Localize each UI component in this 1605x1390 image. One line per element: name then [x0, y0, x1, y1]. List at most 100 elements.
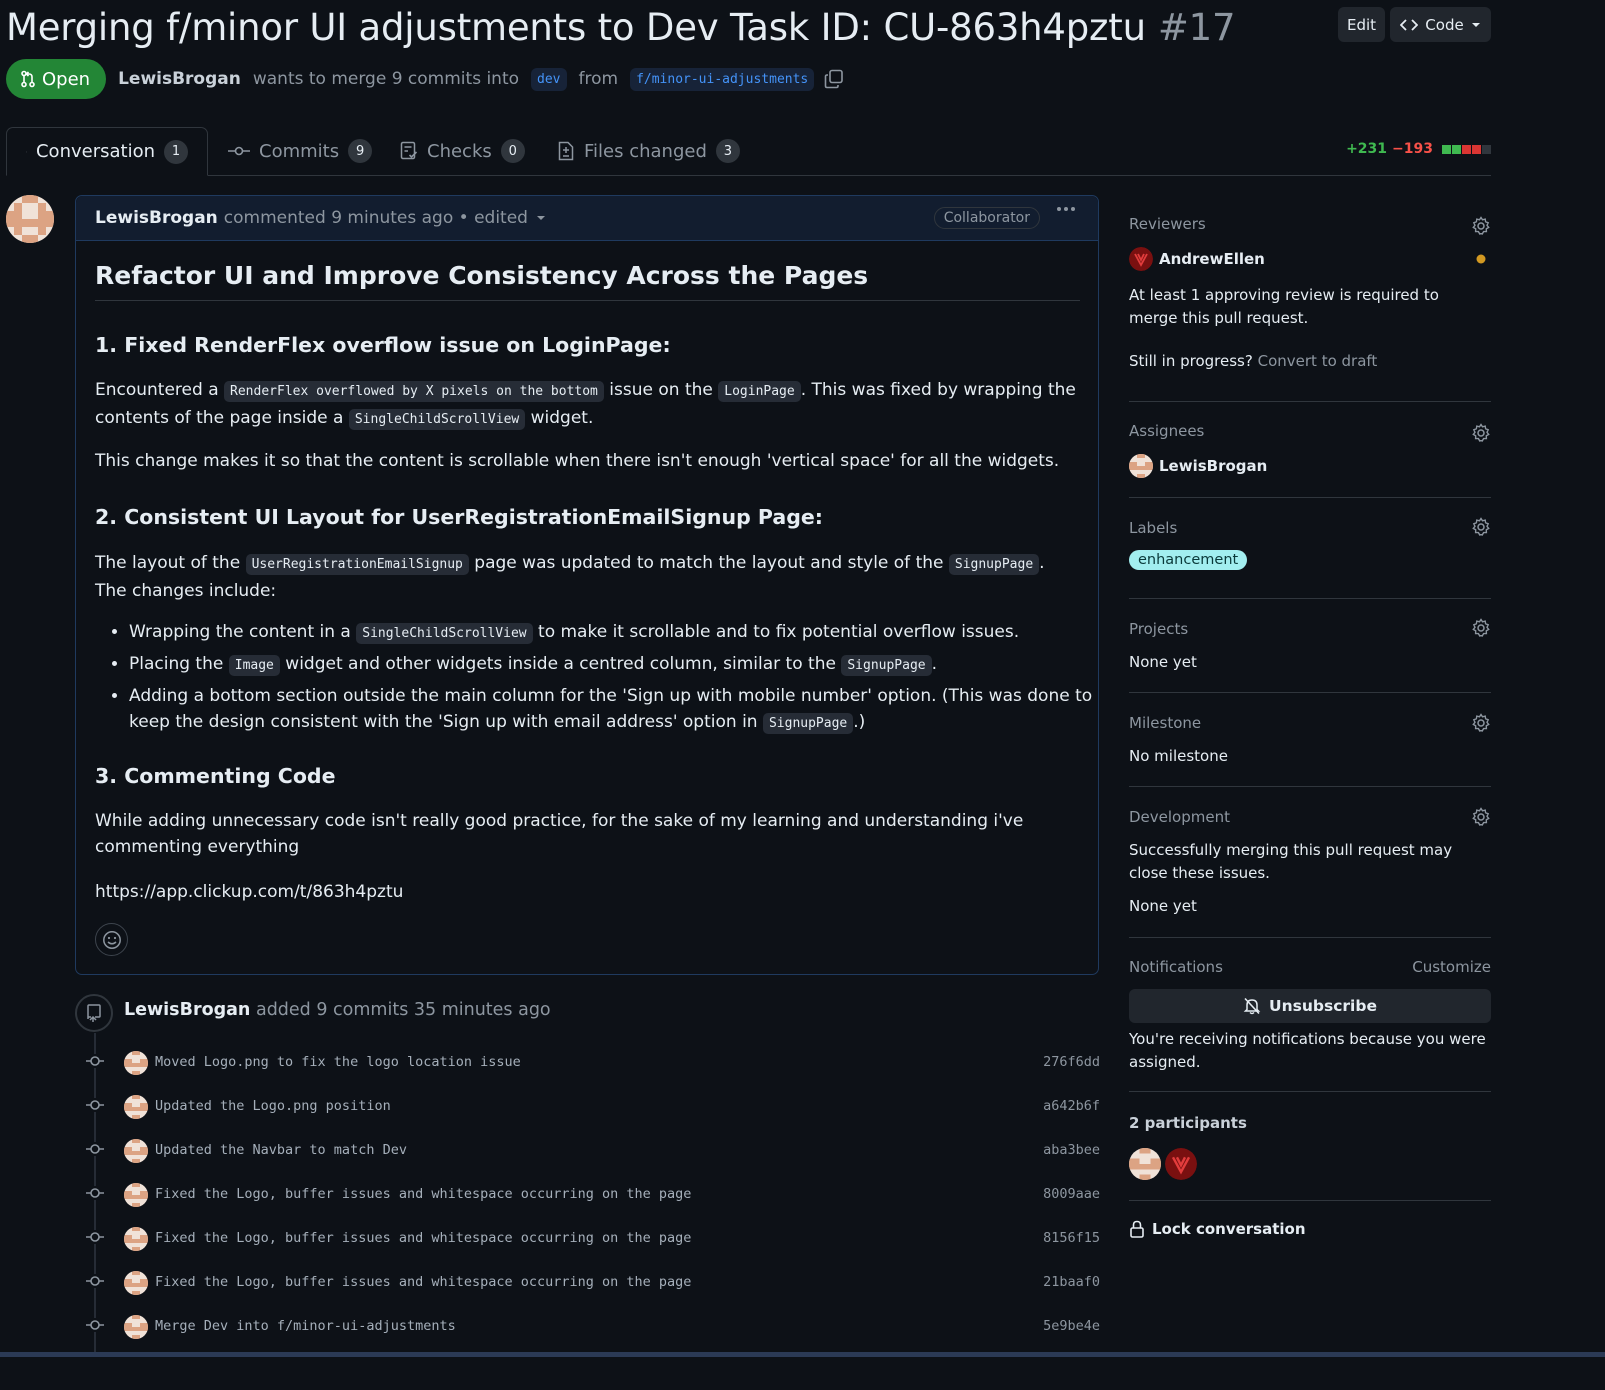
chevron-down-icon[interactable] [536, 215, 546, 221]
gear-icon[interactable] [1471, 517, 1491, 537]
section-2-title: 2. Consistent UI Layout for UserRegistra… [95, 505, 823, 529]
commit-sha[interactable]: 21baaf0 [1043, 1274, 1100, 1290]
from-text: from [578, 69, 619, 89]
commit-message[interactable]: Merge Dev into f/minor-ui-adjustments [155, 1318, 456, 1334]
pr-title: Merging f/minor UI adjustments to Dev Ta… [6, 5, 1236, 49]
push-event: LewisBrogan added 9 commits 35 minutes a… [124, 1000, 551, 1020]
avatar[interactable] [6, 195, 54, 243]
commit-message[interactable]: Fixed the Logo, buffer issues and whites… [155, 1186, 691, 1202]
pr-title-row: Merging f/minor UI adjustments to Dev Ta… [6, 2, 1236, 52]
milestone-value: No milestone [1129, 747, 1228, 765]
avatar[interactable] [124, 1315, 148, 1339]
gear-icon[interactable] [1471, 423, 1491, 443]
comment-discussion-icon [26, 151, 27, 152]
list-item: Adding a bottom section outside the main… [129, 683, 1114, 737]
add-reaction-button[interactable] [95, 923, 128, 956]
avatar[interactable] [124, 1227, 148, 1251]
pull-request-icon [21, 70, 35, 88]
avatar[interactable] [124, 1139, 148, 1163]
avatar[interactable] [124, 1271, 148, 1295]
code-button[interactable]: Code [1390, 7, 1491, 42]
commit-message[interactable]: Fixed the Logo, buffer issues and whites… [155, 1274, 691, 1290]
tab-commits[interactable]: Commits 9 [228, 127, 373, 175]
divider [1129, 692, 1491, 693]
customize-link[interactable]: Customize [1412, 958, 1491, 976]
assignee-lewisbrogan[interactable]: LewisBrogan [1129, 454, 1267, 478]
avatar[interactable] [124, 1183, 148, 1207]
diffstat-deletions: −193 [1392, 141, 1433, 157]
sidebar-development: Development [1129, 807, 1491, 828]
sidebar-assignees: Assignees [1129, 422, 1491, 442]
commit-icon [84, 1054, 106, 1068]
tab-files-changed[interactable]: Files changed 3 [557, 127, 740, 175]
divider [1129, 937, 1491, 938]
tab-checks[interactable]: Checks 0 [400, 127, 525, 175]
development-title: Development [1129, 808, 1230, 826]
heading-divider [95, 300, 1080, 301]
convert-to-draft-link[interactable]: Convert to draft [1258, 352, 1378, 370]
commit-sha[interactable]: a642b6f [1043, 1098, 1100, 1114]
merge-text: wants to merge 9 commits into [252, 69, 520, 89]
commit-icon [84, 1318, 106, 1332]
pr-tabs: Conversation 1 Commits 9 Checks 0 Files … [6, 127, 1491, 176]
avatar [1129, 247, 1153, 271]
commit-icon [84, 1098, 106, 1112]
lock-conversation-button[interactable]: Lock conversation [1129, 1220, 1306, 1238]
reviewer-name: AndrewEllen [1159, 250, 1265, 268]
section-3-title: 3. Commenting Code [95, 764, 336, 788]
diffstat-block [1482, 144, 1491, 154]
base-branch[interactable]: dev [531, 67, 567, 91]
avatar[interactable] [124, 1095, 148, 1119]
participants-avatars [1129, 1148, 1197, 1180]
divider [1129, 1091, 1491, 1092]
commit-sha[interactable]: aba3bee [1043, 1142, 1100, 1158]
sidebar-reviewers: Reviewers [1129, 215, 1491, 235]
kebab-menu-icon[interactable] [1056, 206, 1076, 212]
assignees-title: Assignees [1129, 422, 1205, 440]
commit-message[interactable]: Updated the Logo.png position [155, 1098, 391, 1114]
tab-conversation[interactable]: Conversation 1 [6, 127, 208, 176]
pr-author-link[interactable]: LewisBrogan [118, 69, 241, 89]
unsubscribe-button[interactable]: Unsubscribe [1129, 989, 1491, 1023]
file-diff-icon [558, 141, 574, 161]
comment-author[interactable]: LewisBrogan [95, 208, 218, 228]
edit-button[interactable]: Edit [1338, 7, 1385, 42]
diffstat-block [1462, 144, 1471, 154]
list-item: Placing the Image widget and other widge… [129, 651, 1114, 679]
section-3-paragraph: While adding unnecessary code isn't real… [95, 811, 1024, 857]
tab-commits-label: Commits [259, 140, 340, 162]
milestone-title: Milestone [1129, 714, 1202, 732]
label-enhancement[interactable]: enhancement [1129, 550, 1248, 570]
push-event-text: added 9 commits 35 minutes ago [255, 1000, 551, 1020]
head-branch[interactable]: f/minor-ui-adjustments [630, 67, 815, 91]
diffstat-block [1472, 144, 1481, 154]
comment-meta[interactable]: commented 9 minutes ago • edited [224, 208, 528, 228]
commit-sha[interactable]: 5e9be4e [1043, 1318, 1100, 1334]
sidebar-projects: Projects [1129, 618, 1491, 640]
commit-message[interactable]: Moved Logo.png to fix the logo location … [155, 1054, 521, 1070]
reviewer-andrewellen[interactable]: AndrewEllen [1129, 247, 1265, 271]
commit-message[interactable]: Fixed the Logo, buffer issues and whites… [155, 1230, 691, 1246]
gear-icon[interactable] [1471, 216, 1491, 236]
participants-title: 2 participants [1129, 1114, 1247, 1132]
gear-icon[interactable] [1471, 807, 1491, 827]
tab-commits-count: 9 [348, 139, 373, 163]
commit-sha[interactable]: 8156f15 [1043, 1230, 1100, 1246]
gear-icon[interactable] [1471, 618, 1491, 638]
gear-icon[interactable] [1471, 713, 1491, 733]
commit-sha[interactable]: 8009aae [1043, 1186, 1100, 1202]
avatar[interactable] [124, 1051, 148, 1075]
copy-icon[interactable] [824, 69, 844, 89]
lock-icon [1130, 1220, 1144, 1238]
push-author[interactable]: LewisBrogan [124, 1000, 250, 1020]
clickup-task-link[interactable]: https://app.clickup.com/t/863h4pztu [95, 879, 403, 905]
commit-message[interactable]: Updated the Navbar to match Dev [155, 1142, 407, 1158]
avatar[interactable] [1129, 1148, 1161, 1180]
reviewers-title: Reviewers [1129, 215, 1206, 233]
state-label: Open [42, 68, 91, 90]
unsubscribe-label: Unsubscribe [1269, 997, 1377, 1015]
diffstat: +231 −193 [1346, 141, 1491, 157]
commit-sha[interactable]: 276f6dd [1043, 1054, 1100, 1070]
avatar[interactable] [1165, 1148, 1197, 1180]
lock-conversation-label: Lock conversation [1152, 1220, 1306, 1238]
